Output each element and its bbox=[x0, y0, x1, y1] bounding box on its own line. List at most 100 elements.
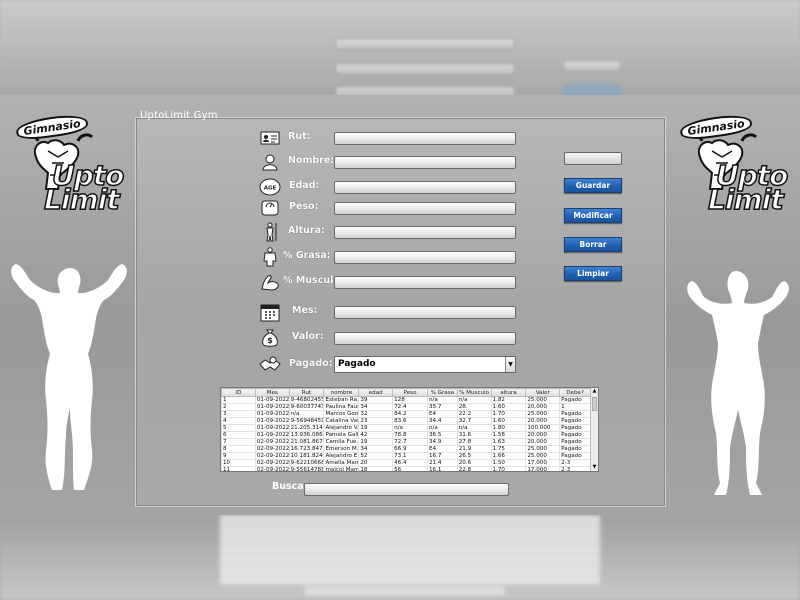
background-reflection-top bbox=[0, 0, 800, 98]
table-cell: 1 bbox=[221, 396, 256, 404]
table-cell: 1.70 bbox=[490, 466, 527, 471]
table-cell: 78.8 bbox=[392, 431, 428, 439]
members-table[interactable]: ID Mes Rut nombre edad Peso% Grasa% Musculo al… bbox=[220, 387, 599, 472]
table-cell: Pagado bbox=[559, 396, 591, 404]
table-cell: 16.723.847-5 bbox=[288, 445, 325, 453]
table-cell: 20 bbox=[358, 459, 394, 467]
table-cell: Alejandro E... bbox=[323, 452, 360, 460]
table-cell: 66.9 bbox=[392, 445, 428, 453]
panel-title: UptoLimit Gym bbox=[140, 110, 218, 121]
table-row[interactable]: 601-09-202213.936.086-5Pamela Gall...427… bbox=[221, 431, 591, 439]
table-cell: 25.000 bbox=[525, 410, 561, 418]
mes-input[interactable] bbox=[334, 306, 516, 319]
unlabeled-field[interactable] bbox=[564, 152, 622, 165]
table-cell: 1.75 bbox=[490, 445, 527, 453]
table-row[interactable]: 301-09-2022n/aMarcos Gom...3284.2E422.21… bbox=[221, 410, 591, 418]
table-cell: 1.66 bbox=[490, 452, 527, 460]
table-cell: 84.2 bbox=[392, 410, 428, 418]
gym-form-panel: UptoLimit Gym Rut: Nombre: AGE Edad: Pes… bbox=[135, 110, 666, 507]
table-row[interactable]: 902-09-202210.181.824-8Alejandro E...527… bbox=[221, 452, 591, 460]
table-cell: 01-09-2022 bbox=[254, 396, 290, 404]
column-header[interactable]: nombre bbox=[323, 388, 360, 397]
table-cell: 9 bbox=[221, 452, 256, 460]
musculo-input[interactable] bbox=[334, 276, 516, 289]
table-row[interactable]: 501-09-202221.205.314-7Alejandro V...19n… bbox=[221, 424, 591, 432]
table-cell: 01-09-2022 bbox=[254, 431, 290, 439]
scroll-up-icon[interactable]: ▲ bbox=[591, 388, 598, 395]
edad-input[interactable] bbox=[334, 181, 516, 194]
table-cell: 20.000 bbox=[525, 438, 561, 446]
muscle-icon bbox=[259, 272, 281, 292]
app-window: Gimnasio Upto Limit Gimnasio Upto Limit … bbox=[0, 95, 800, 515]
table-header-row: ID Mes Rut nombre edad Peso% Grasa% Musculo al… bbox=[221, 388, 591, 397]
table-cell: 25.000 bbox=[525, 452, 561, 460]
chevron-down-icon[interactable]: ▼ bbox=[505, 357, 515, 372]
column-header[interactable]: Peso bbox=[392, 388, 428, 397]
valor-label: Valor: bbox=[292, 331, 324, 342]
table-row[interactable]: 201-09-20229-60037743Paulina Faus...3472… bbox=[221, 403, 591, 411]
column-header[interactable]: altura bbox=[490, 388, 527, 397]
search-input[interactable] bbox=[304, 483, 509, 496]
scroll-down-icon[interactable]: ▼ bbox=[591, 464, 598, 471]
borrar-button[interactable]: Borrar bbox=[564, 237, 622, 252]
table-cell: 02-09-2022 bbox=[254, 445, 290, 453]
table-cell: n/a bbox=[456, 396, 492, 404]
nombre-input[interactable] bbox=[334, 156, 516, 169]
table-cell: Pagado bbox=[559, 417, 591, 425]
table-cell: 9-56948459 bbox=[288, 417, 325, 425]
table-cell: 34.4 bbox=[426, 417, 458, 425]
table-cell: 31.6 bbox=[456, 431, 492, 439]
table-cell: Pagado bbox=[559, 452, 591, 460]
age-icon: AGE bbox=[259, 177, 281, 197]
table-cell: 02-09-2022 bbox=[254, 459, 290, 467]
table-scrollbar[interactable]: ▲ ▼ bbox=[590, 388, 598, 471]
limpiar-button[interactable]: Limpiar bbox=[564, 266, 622, 281]
column-header[interactable]: Debe? bbox=[559, 388, 591, 397]
column-header[interactable]: % Musculo bbox=[456, 388, 492, 397]
rut-input[interactable] bbox=[334, 132, 516, 145]
table-row[interactable]: 702-09-202221.081.867-7Camila Fue...1972… bbox=[221, 438, 591, 446]
table-row[interactable]: 1102-09-20229-55614788maicol Mam...18561… bbox=[221, 466, 591, 471]
table-cell: n/a bbox=[392, 424, 428, 432]
altura-label: Altura: bbox=[288, 225, 325, 236]
table-cell: E4 bbox=[426, 445, 458, 453]
table-cell: 34 bbox=[358, 403, 394, 411]
table-cell: 1.50 bbox=[490, 459, 527, 467]
column-header[interactable]: Valor bbox=[525, 388, 561, 397]
column-header[interactable]: edad bbox=[358, 388, 394, 397]
table-row[interactable]: 401-09-20229-56948459Catalina Val...2383… bbox=[221, 417, 591, 425]
table-row[interactable]: 1 01-09-2022 9-46802455 Esteban Ra... 39 128 n… bbox=[221, 396, 591, 404]
table-cell: Emerson M... bbox=[323, 445, 360, 453]
male-bodybuilder-silhouette bbox=[11, 264, 127, 490]
table-cell: 17.000 bbox=[525, 466, 561, 471]
table-cell: 20.000 bbox=[525, 431, 561, 439]
valor-input[interactable] bbox=[334, 332, 516, 345]
table-row[interactable]: 802-09-202216.723.847-5Emerson M...3466.… bbox=[221, 445, 591, 453]
column-header[interactable]: Rut bbox=[288, 388, 325, 397]
modificar-button[interactable]: Modificar bbox=[564, 208, 622, 223]
column-header[interactable]: ID bbox=[221, 388, 256, 397]
pagado-select[interactable]: Pagado ▼ bbox=[334, 356, 516, 373]
table-cell: 19 bbox=[358, 438, 394, 446]
column-header[interactable]: % Grasa bbox=[426, 388, 458, 397]
table-row[interactable]: 1002-09-20229-62210668Amelia Mam...2046.… bbox=[221, 459, 591, 467]
payment-handshake-icon bbox=[259, 355, 281, 375]
guardar-button[interactable]: Guardar bbox=[564, 178, 622, 193]
table-cell: 3 bbox=[221, 410, 256, 418]
column-header[interactable]: Mes bbox=[254, 388, 290, 397]
altura-input[interactable] bbox=[334, 226, 516, 239]
grasa-input[interactable] bbox=[334, 251, 516, 264]
scrollbar-thumb[interactable] bbox=[592, 397, 597, 411]
table-cell: Pagado bbox=[559, 445, 591, 453]
reflection-field bbox=[335, 38, 515, 50]
table-cell: 20.6 bbox=[456, 459, 492, 467]
peso-input[interactable] bbox=[334, 202, 516, 215]
age-icon-text: AGE bbox=[264, 186, 277, 192]
body-fat-icon bbox=[259, 247, 281, 267]
table-cell: n/a bbox=[288, 410, 325, 418]
table-cell: 72.4 bbox=[392, 403, 428, 411]
table-cell: 20.000 bbox=[525, 417, 561, 425]
table-cell: 22.8 bbox=[456, 466, 492, 471]
reflection-search bbox=[305, 587, 505, 595]
rut-label: Rut: bbox=[288, 131, 311, 142]
